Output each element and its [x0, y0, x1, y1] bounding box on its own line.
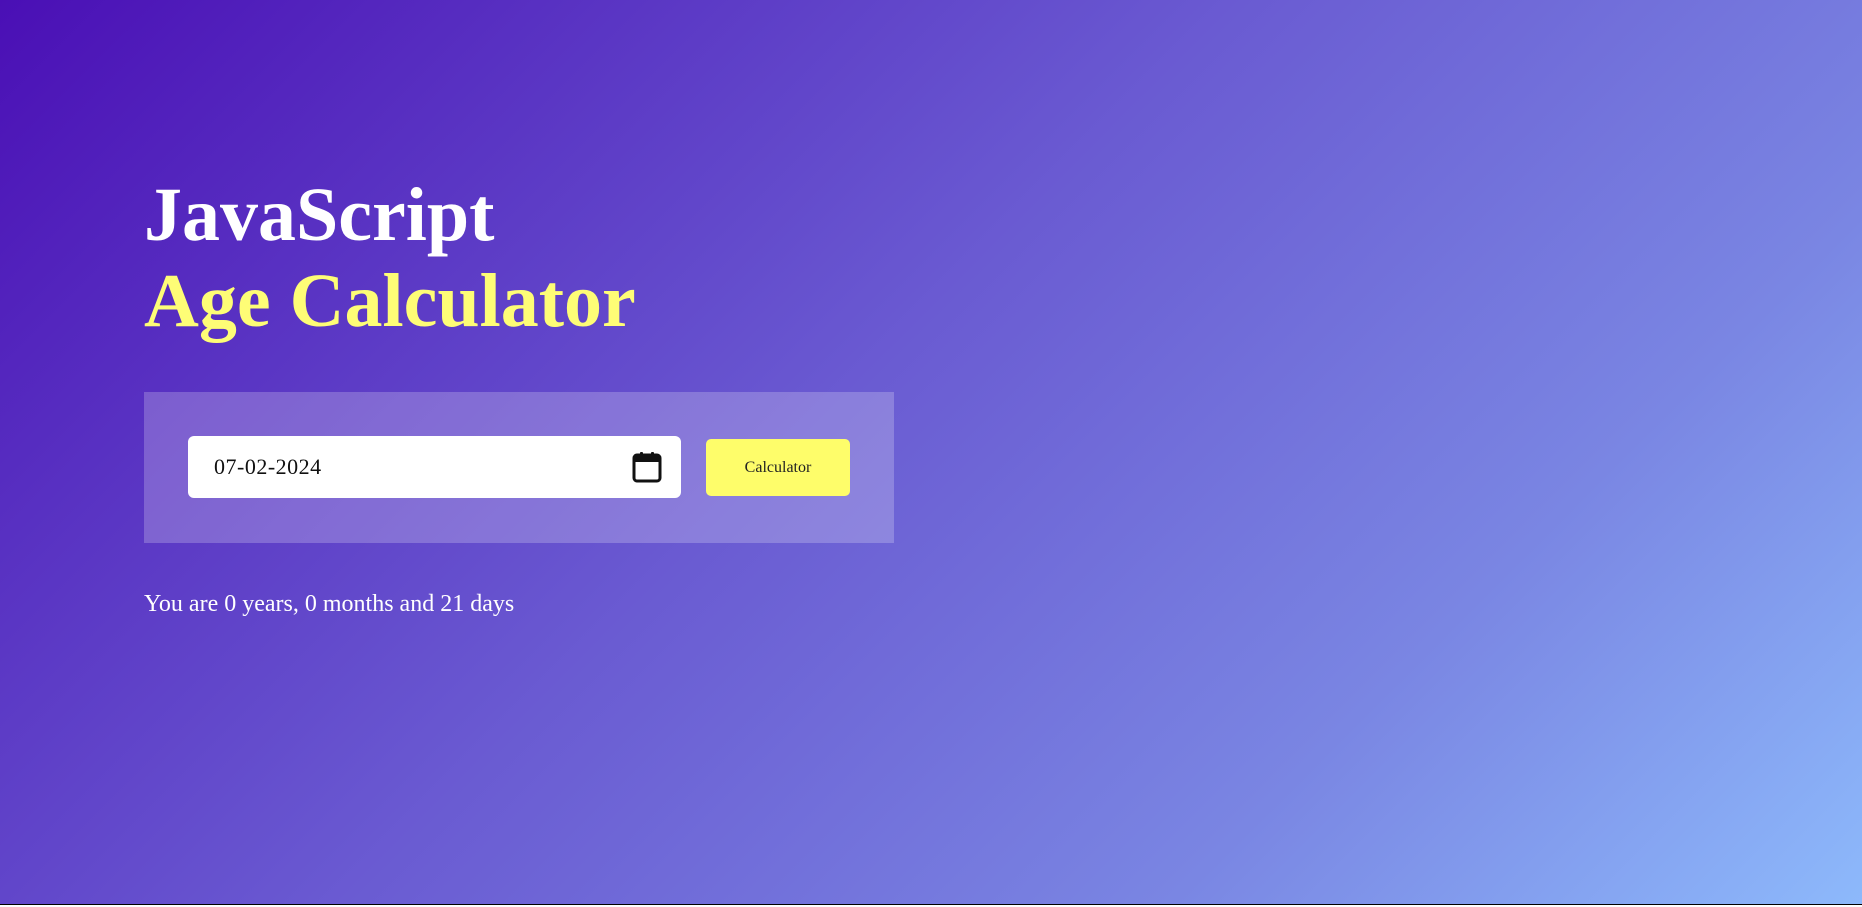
title-line-javascript: JavaScript	[144, 173, 495, 257]
age-result-text: You are 0 years, 0 months and 21 days	[144, 591, 515, 617]
birthdate-input[interactable]: 07-02-2024	[188, 436, 681, 498]
page-title: JavaScript Age Calculator	[144, 172, 636, 344]
birthdate-value[interactable]: 07-02-2024	[214, 454, 322, 480]
page-background: JavaScript Age Calculator 07-02-2024 Cal…	[0, 0, 1862, 905]
calculator-card: 07-02-2024 Calculator	[144, 392, 894, 543]
calendar-icon[interactable]	[631, 450, 663, 484]
title-line-age-calculator: Age Calculator	[144, 259, 636, 343]
calculate-button[interactable]: Calculator	[706, 439, 850, 496]
